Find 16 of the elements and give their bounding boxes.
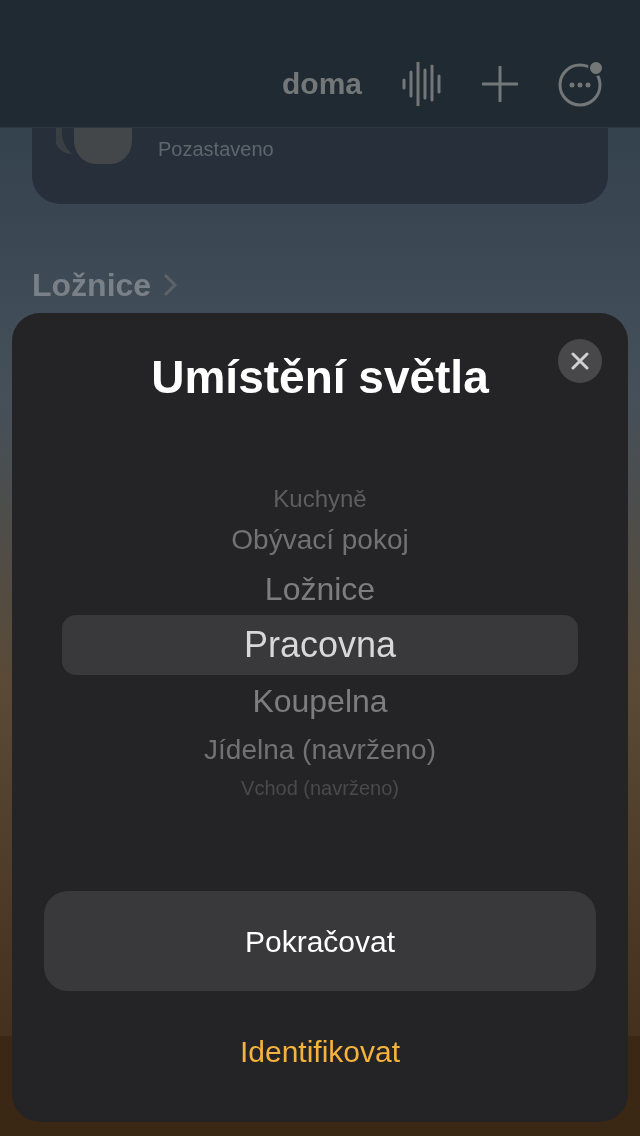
plus-icon[interactable] [482, 65, 518, 102]
picker-row[interactable]: Ložnice [62, 562, 578, 615]
close-button[interactable] [558, 339, 602, 383]
picker-row[interactable]: Pracovna [62, 614, 578, 675]
home-title[interactable]: doma [282, 61, 362, 106]
section-title[interactable]: Ložnice [32, 266, 152, 304]
more-icon[interactable] [558, 60, 604, 107]
picker-row[interactable]: Koupelna [62, 674, 578, 727]
close-icon [571, 352, 589, 370]
picker-row[interactable]: Obývací pokoj [62, 516, 578, 563]
sheet-title: Umístění světla [151, 350, 489, 405]
continue-button[interactable]: Pokračovat [44, 891, 596, 991]
waveform-icon[interactable] [402, 61, 442, 106]
picker-row[interactable]: Jídelna (navrženo) [62, 726, 578, 773]
identify-link[interactable]: Identifikovat [239, 1029, 401, 1074]
picker-row[interactable]: Kuchyně [62, 480, 578, 517]
